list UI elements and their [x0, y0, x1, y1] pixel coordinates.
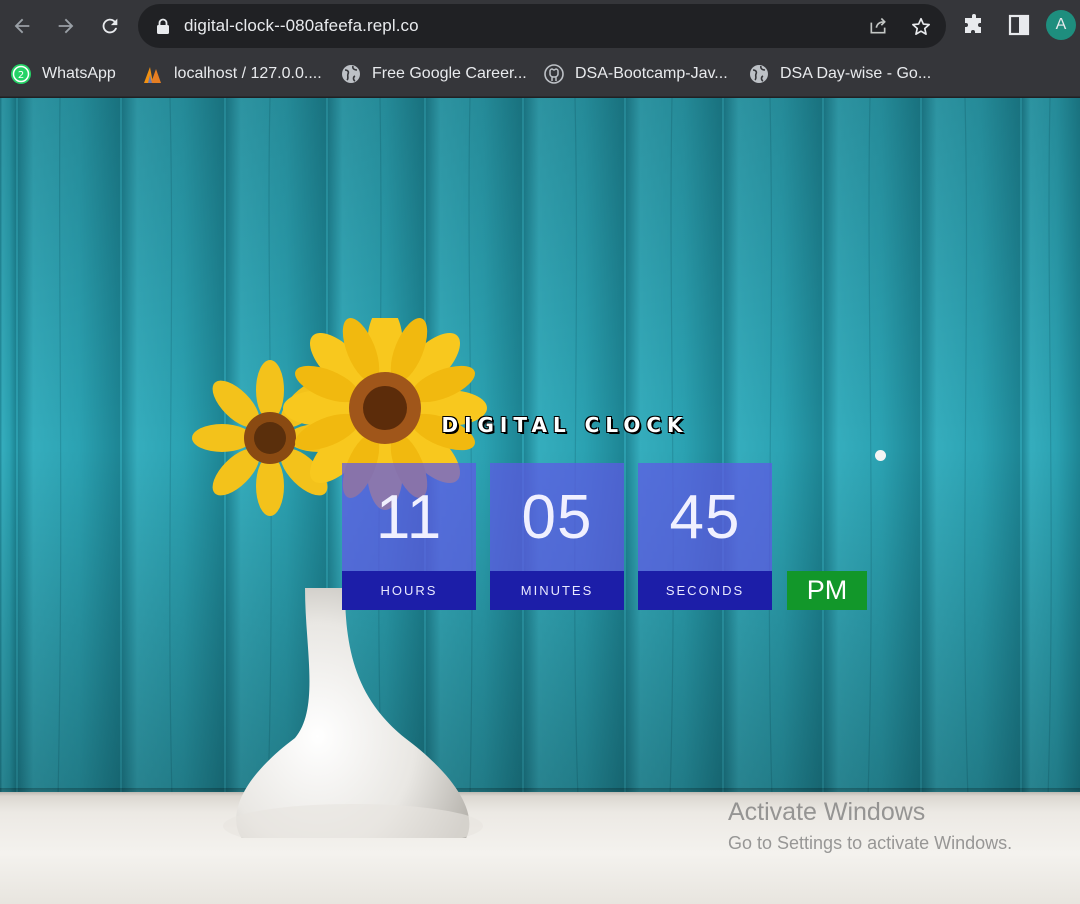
bookmark-localhost[interactable]: localhost / 127.0.0.... — [142, 62, 322, 86]
phpmyadmin-icon — [142, 63, 164, 85]
bookmark-label: DSA-Bootcamp-Jav... — [575, 65, 728, 82]
whatsapp-icon: 2 — [10, 63, 32, 85]
bookmark-google-career[interactable]: Free Google Career... — [340, 62, 527, 86]
hours-unit: 11 HOURS — [342, 463, 476, 611]
forward-button[interactable] — [52, 12, 80, 40]
reload-icon — [102, 18, 118, 34]
hours-label: HOURS — [342, 571, 476, 610]
extensions-puzzle-icon[interactable] — [962, 13, 986, 37]
bookmark-label: Free Google Career... — [372, 65, 527, 82]
watermark-title: Activate Windows — [728, 798, 926, 826]
arrow-right-icon — [58, 18, 74, 34]
bookmarks-bar: 2 WhatsApp localhost / 127.0.0.... Free … — [0, 52, 1080, 97]
profile-avatar[interactable]: A — [1046, 10, 1076, 40]
back-button[interactable] — [8, 12, 36, 40]
globe-icon — [748, 63, 770, 85]
hours-value: 11 — [342, 463, 476, 571]
table-shadow — [0, 788, 1080, 796]
reload-button[interactable] — [96, 12, 124, 40]
minutes-value: 05 — [490, 463, 624, 571]
seconds-value: 45 — [638, 463, 772, 571]
lock-icon — [157, 18, 169, 34]
activate-windows-watermark: Activate Windows Go to Settings to activ… — [728, 798, 1012, 854]
minutes-unit: 05 MINUTES — [490, 463, 624, 611]
cursor-dot — [875, 450, 886, 461]
github-icon — [543, 63, 565, 85]
bookmark-label: WhatsApp — [42, 65, 116, 82]
watermark-subtitle: Go to Settings to activate Windows. — [728, 833, 1013, 853]
bookmark-dsa-daywise[interactable]: DSA Day-wise - Go... — [748, 62, 931, 86]
seconds-label: SECONDS — [638, 571, 772, 610]
address-bar[interactable]: digital-clock--080afeefa.repl.co — [138, 4, 946, 48]
bookmark-label: localhost / 127.0.0.... — [174, 65, 322, 82]
url-text: digital-clock--080afeefa.repl.co — [184, 16, 419, 35]
share-icon[interactable] — [868, 16, 888, 36]
ampm-badge: PM — [787, 571, 867, 610]
seconds-unit: 45 SECONDS — [638, 463, 772, 611]
arrow-left-icon — [14, 18, 30, 34]
bookmark-star-icon[interactable] — [910, 16, 932, 38]
minutes-label: MINUTES — [490, 571, 624, 610]
bookmark-label: DSA Day-wise - Go... — [780, 65, 932, 82]
page-viewport: DIGITAL CLOCK 11 HOURS 05 MINUTES 45 SEC… — [0, 98, 1080, 904]
clock-title: DIGITAL CLOCK — [441, 413, 689, 437]
bookmark-whatsapp[interactable]: 2 WhatsApp — [10, 62, 116, 86]
side-panel-icon[interactable] — [1008, 14, 1030, 36]
browser-toolbar: digital-clock--080afeefa.repl.co A — [0, 0, 1080, 52]
globe-icon — [340, 63, 362, 85]
svg-text:2: 2 — [18, 70, 24, 81]
bookmark-dsa-bootcamp[interactable]: DSA-Bootcamp-Jav... — [543, 62, 728, 86]
